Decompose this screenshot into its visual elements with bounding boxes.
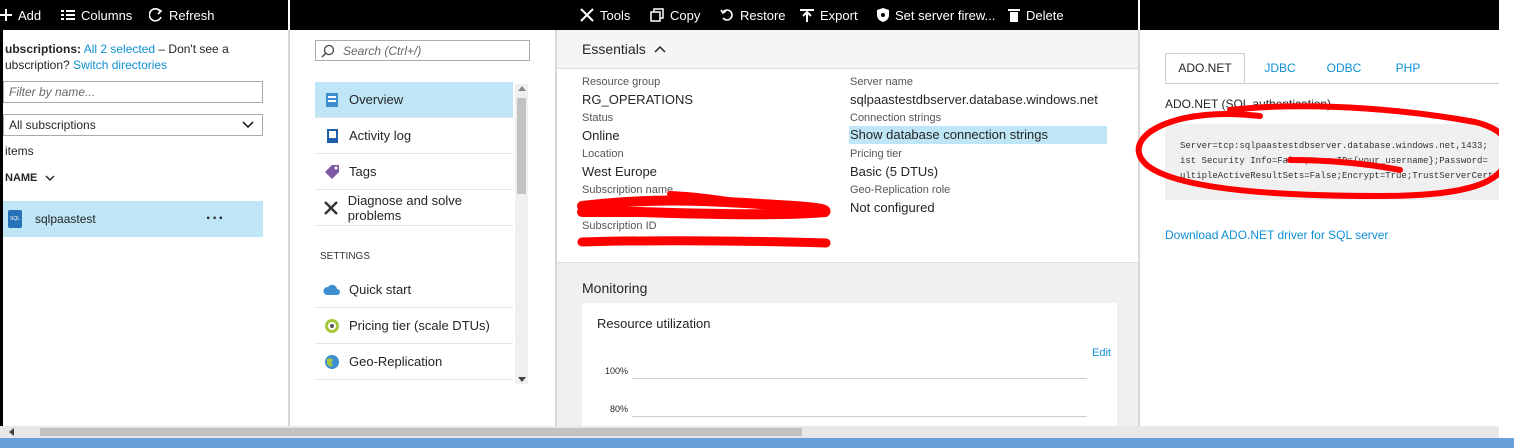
redaction-mark [577,236,831,248]
scrollbar-thumb[interactable] [40,428,802,436]
redaction-mark [1287,157,1403,173]
redaction-marks [577,103,1512,248]
horizontal-scrollbar[interactable] [0,426,1499,438]
taskbar-strip [0,438,1514,448]
scroll-left-arrow[interactable] [9,428,14,436]
redaction-mark [1135,103,1512,200]
window-edge [1499,0,1514,438]
